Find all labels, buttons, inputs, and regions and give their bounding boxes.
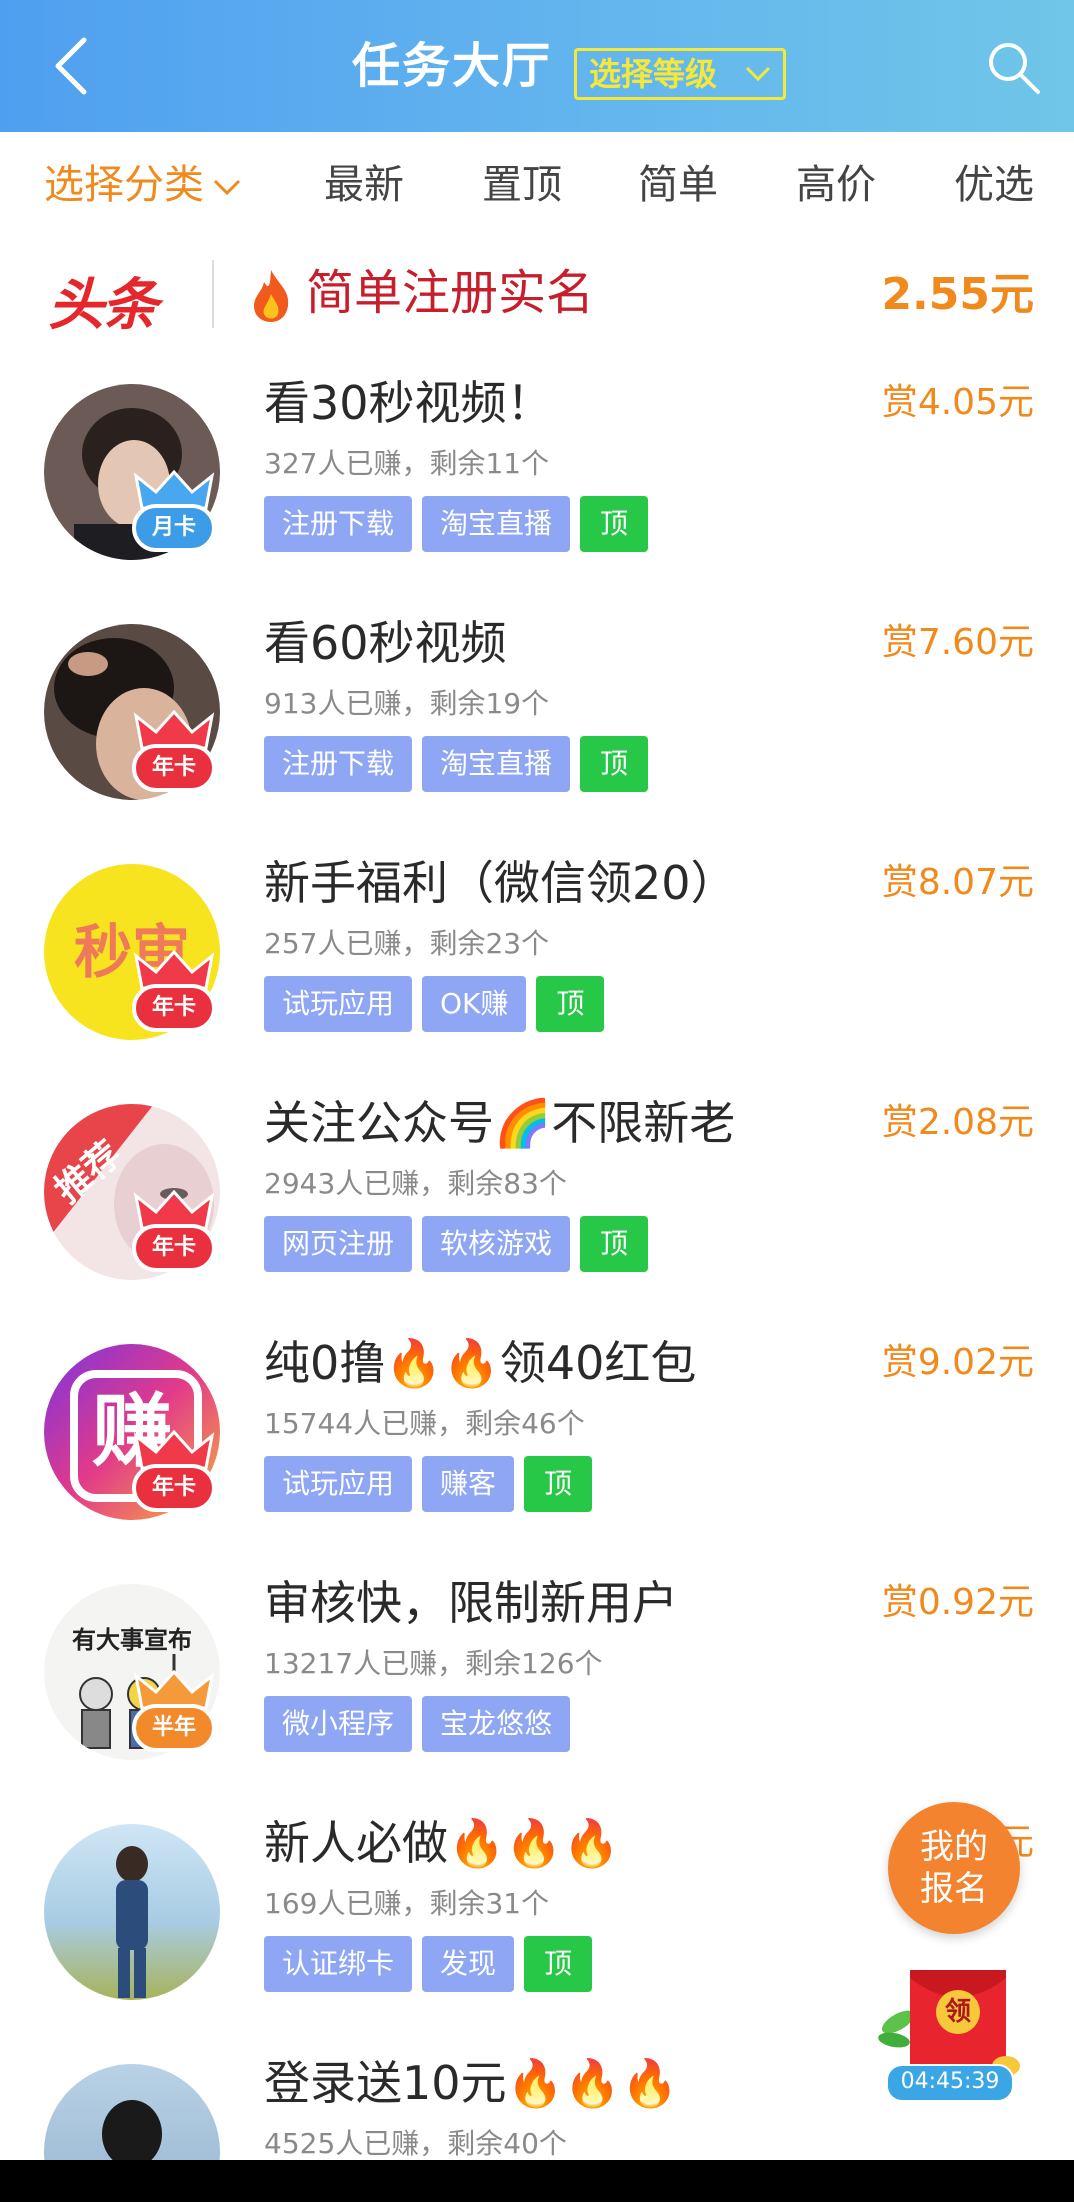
crown-badge: 年卡 [132,1430,216,1514]
task-tags: 注册下载 淘宝直播顶 [264,496,658,552]
pinned-tag: 顶 [524,1456,593,1512]
task-title: 登录送10元🔥🔥🔥 [264,2056,679,2110]
task-stats: 327人已赚，剩余11个 [264,447,550,480]
headline-text[interactable]: 简单注册实名 [306,262,594,324]
badge-label: 年卡 [132,744,216,792]
tab-high-price[interactable]: 高价 [796,160,876,210]
tab-select-category-label: 选择分类 [44,162,204,208]
tag: 软核游戏 [422,1216,571,1272]
badge-label: 年卡 [132,1464,216,1512]
tag: 试玩应用 [264,1456,413,1512]
headline-logo: 头条 [48,273,158,338]
task-tags: 网页注册 软核游戏顶 [264,1216,658,1272]
tab-select-category[interactable]: 选择分类 [44,160,242,210]
task-tags: 微小程序 宝龙悠悠 [264,1696,580,1752]
task-title: 看60秒视频 [264,616,507,670]
pinned-tag: 顶 [524,1936,593,1992]
pinned-tag: 顶 [536,976,605,1032]
task-reward: 赏2.08元 [881,1102,1034,1143]
tag: 赚客 [422,1456,515,1512]
filter-tabs: 选择分类 最新 置顶 简单 高价 优选 [0,132,1074,238]
task-reward: 赏9.02元 [881,1342,1034,1383]
my-signups-line2: 报名 [920,1869,988,1909]
avatar [44,2064,220,2160]
system-bottom-bar [0,2160,1074,2202]
app-header: 任务大厅 选择等级 [0,0,1074,132]
task-tags: 注册下载 淘宝直播顶 [264,736,658,792]
task-row[interactable]: 秒审 年卡 新手福利（微信领20） 257人已赚，剩余23个 试玩应用 OK赚顶 … [0,828,1074,1068]
task-stats: 15744人已赚，剩余46个 [264,1407,585,1440]
task-stats: 13217人已赚，剩余126个 [264,1647,603,1680]
task-title: 新人必做🔥🔥🔥 [264,1816,620,1870]
tag: 注册下载 [264,496,413,552]
crown-badge: 年卡 [132,950,216,1034]
tag: 认证绑卡 [264,1936,413,1992]
tag: OK赚 [422,976,527,1032]
countdown-timer: 04:45:39 [886,2064,1014,2102]
back-arrow-icon[interactable] [44,34,100,98]
task-row[interactable]: 赚 年卡 纯0撸🔥🔥领40红包 15744人已赚，剩余46个 试玩应用 赚客顶 赏… [0,1308,1074,1548]
task-title: 新手福利（微信领20） [264,856,737,910]
headline-price: 2.55元 [881,269,1034,320]
page-title: 任务大厅 [352,38,553,94]
crown-badge: 半年 [132,1670,216,1754]
tag: 试玩应用 [264,976,413,1032]
tag: 网页注册 [264,1216,413,1272]
tag: 淘宝直播 [422,736,571,792]
tag: 注册下载 [264,736,413,792]
search-icon[interactable] [984,38,1044,98]
task-row[interactable]: 推荐 年卡 关注公众号🌈不限新老 2943人已赚，剩余83个 网页注册 软核游戏顶… [0,1068,1074,1308]
fire-icon [254,270,289,322]
tab-latest[interactable]: 最新 [324,160,404,210]
avatar [44,1824,220,2000]
task-row[interactable]: 月卡 看30秒视频！ 327人已赚，剩余11个 注册下载 淘宝直播顶 赏4.05元 [0,348,1074,588]
task-title: 审核快，限制新用户 [264,1576,678,1630]
crown-badge: 月卡 [132,470,216,554]
tab-selected[interactable]: 优选 [954,160,1034,210]
crown-badge: 年卡 [132,1190,216,1274]
tab-simple[interactable]: 简单 [638,160,718,210]
task-stats: 4525人已赚，剩余40个 [264,2127,567,2160]
tag: 淘宝直播 [422,496,571,552]
task-reward: 赏8.07元 [881,862,1034,903]
badge-label: 半年 [132,1704,216,1752]
tag: 微小程序 [264,1696,413,1752]
task-title: 纯0撸🔥🔥领40红包 [264,1336,697,1390]
task-reward: 赏4.05元 [881,382,1034,423]
red-packet-label: 领 [944,1997,971,2027]
pinned-tag: 顶 [580,736,649,792]
pinned-tag: 顶 [580,1216,649,1272]
tab-pinned[interactable]: 置顶 [482,160,562,210]
task-stats: 913人已赚，剩余19个 [264,687,550,720]
tag: 宝龙悠悠 [422,1696,571,1752]
task-reward: 赏7.60元 [881,622,1034,663]
select-level-button[interactable]: 选择等级 [574,48,786,100]
task-tags: 试玩应用 OK赚顶 [264,976,614,1032]
tag: 发现 [422,1936,515,1992]
pinned-tag: 顶 [580,496,649,552]
chevron-down-icon [745,66,771,82]
task-stats: 2943人已赚，剩余83个 [264,1167,567,1200]
crown-badge: 年卡 [132,710,216,794]
task-title: 关注公众号🌈不限新老 [264,1096,736,1150]
badge-label: 月卡 [132,504,216,552]
headline-banner[interactable]: 头条 简单注册实名 2.55元 [0,238,1074,348]
task-tags: 试玩应用 赚客顶 [264,1456,602,1512]
task-row[interactable]: 年卡 看60秒视频 913人已赚，剩余19个 注册下载 淘宝直播顶 赏7.60元 [0,588,1074,828]
divider [212,260,214,328]
task-stats: 257人已赚，剩余23个 [264,927,550,960]
task-reward: 赏0.92元 [881,1582,1034,1623]
badge-label: 年卡 [132,984,216,1032]
task-stats: 169人已赚，剩余31个 [264,1887,550,1920]
badge-label: 年卡 [132,1224,216,1272]
my-signups-button[interactable]: 我的 报名 [888,1802,1020,1934]
chevron-down-icon [213,179,241,196]
task-row[interactable]: 有大事宣布 半年 审核快，限制新用户 13217人已赚，剩余126个 微小程序宝… [0,1548,1074,1788]
my-signups-line1: 我的 [920,1827,988,1867]
select-level-label: 选择等级 [589,55,718,93]
task-tags: 认证绑卡 发现顶 [264,1936,602,1992]
task-title: 看30秒视频！ [264,376,553,430]
